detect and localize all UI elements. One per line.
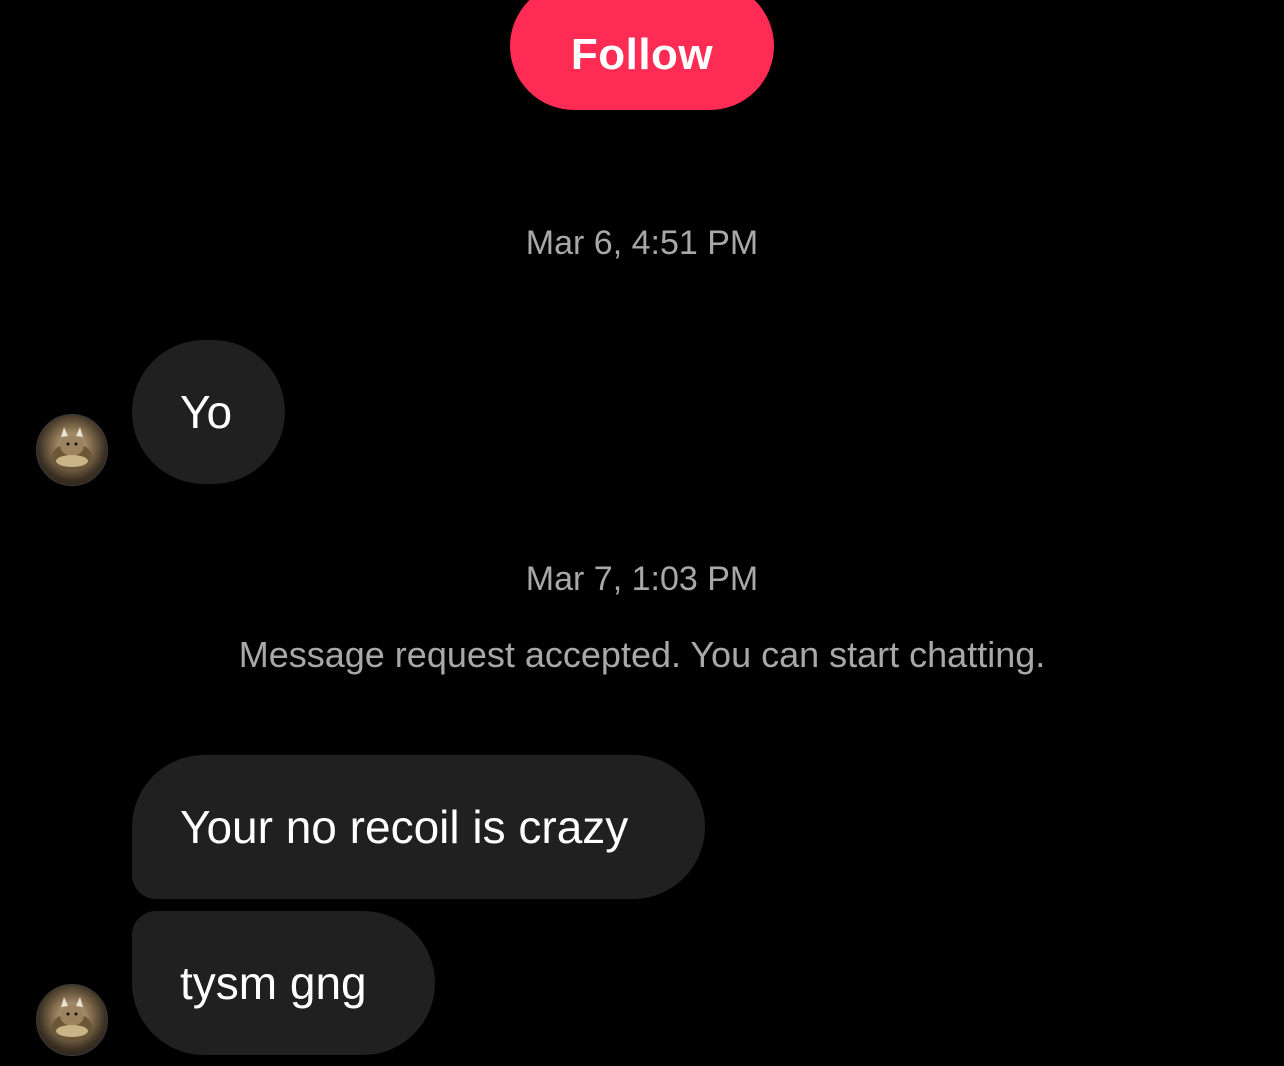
sender-avatar[interactable] [36,984,108,1056]
chat-timestamp: Mar 7, 1:03 PM [525,560,759,598]
system-notice: Message request accepted. You can start … [238,634,1046,675]
message-bubble[interactable]: tysm gng [132,911,435,1055]
follow-button[interactable]: Follow [510,0,774,110]
message-text: Your no recoil is crazy [180,801,629,853]
sender-avatar[interactable] [36,414,108,486]
cat-avatar-icon [52,997,92,1041]
message-bubble[interactable]: Yo [132,340,285,484]
chat-timestamp: Mar 6, 4:51 PM [525,224,759,262]
message-text: Yo [180,386,233,438]
message-bubble[interactable]: Your no recoil is crazy [132,755,705,899]
cat-avatar-icon [52,427,92,471]
message-text: tysm gng [180,957,367,1009]
